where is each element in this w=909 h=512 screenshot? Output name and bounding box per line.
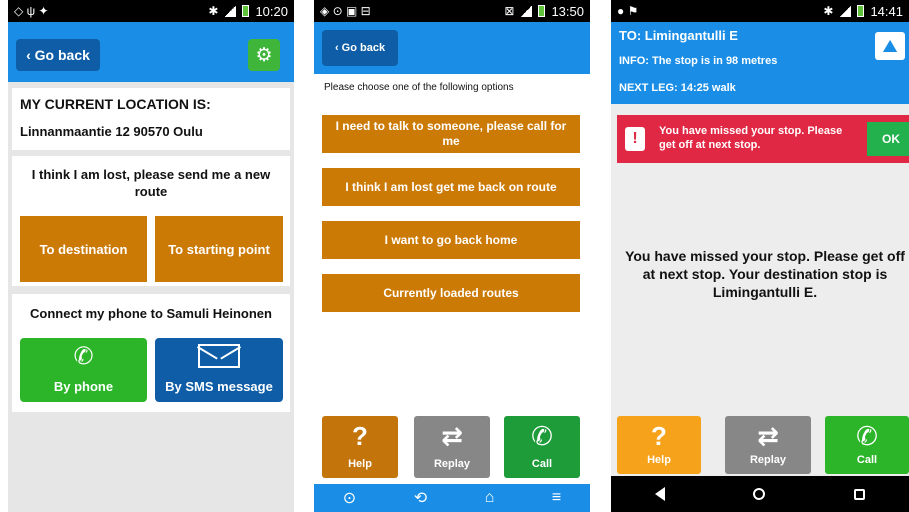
signal-icon bbox=[224, 5, 237, 17]
location-address: Linnanmaantie 12 90570 Oulu bbox=[20, 124, 203, 139]
menu-nav-icon[interactable]: ≡ bbox=[552, 489, 561, 507]
phone-icon: ✆ bbox=[856, 421, 878, 451]
status-time: 13:50 bbox=[551, 3, 584, 19]
envelope-icon bbox=[198, 344, 240, 368]
to-destination-button[interactable]: To destination bbox=[20, 216, 147, 282]
phone-icon: ✆ bbox=[531, 421, 553, 451]
app-header: ‹ Go back bbox=[314, 22, 590, 74]
connect-text: Connect my phone to Samuli Heinonen bbox=[30, 306, 272, 321]
call-button[interactable]: ✆ Call bbox=[504, 416, 580, 478]
mute-icon: ⊠ bbox=[504, 4, 515, 18]
app-header: ‹ Go back ⚙ bbox=[8, 22, 294, 82]
home-nav-icon[interactable] bbox=[753, 488, 766, 500]
battery-icon bbox=[538, 5, 546, 17]
notification-icon: ● ⚑ bbox=[617, 4, 639, 18]
go-back-button[interactable]: ‹ Go back bbox=[322, 30, 398, 66]
call-button[interactable]: ✆ Call bbox=[825, 416, 909, 474]
options-prompt: Please choose one of the following optio… bbox=[324, 82, 514, 93]
recents-nav-icon[interactable] bbox=[853, 488, 865, 500]
help-button[interactable]: ? Help bbox=[617, 416, 701, 474]
settings-button[interactable]: ⚙ bbox=[248, 39, 280, 71]
back-nav-icon[interactable]: ⟲ bbox=[414, 488, 427, 508]
notification-icon: ◇ ψ ✦ bbox=[14, 4, 49, 18]
back-nav-icon[interactable] bbox=[655, 487, 666, 501]
back-on-route-button[interactable]: I think I am lost get me back on route bbox=[322, 168, 580, 206]
location-title: MY CURRENT LOCATION IS: bbox=[20, 96, 211, 112]
signal-icon bbox=[839, 5, 852, 17]
battery-icon bbox=[242, 5, 250, 17]
notification-icon: ◈ ⊙ ▣ ⊟ bbox=[320, 4, 371, 18]
system-nav-bar: ⊙ ⟲ ⌂ ≡ bbox=[314, 484, 590, 512]
bluetooth-icon: ✱ bbox=[823, 4, 834, 18]
replay-button[interactable]: ⇄ Replay bbox=[725, 416, 811, 474]
status-bar: ● ⚑ ✱ 14:41 bbox=[611, 0, 909, 22]
by-sms-button[interactable]: By SMS message bbox=[155, 338, 283, 402]
map-icon: ⛰ bbox=[882, 35, 898, 56]
call-for-me-button[interactable]: I need to talk to someone, please call f… bbox=[322, 115, 580, 153]
help-button[interactable]: ? Help bbox=[322, 416, 398, 478]
map-button[interactable]: ⛰ bbox=[875, 32, 905, 60]
missed-stop-alert: ! You have missed your stop. Please get … bbox=[617, 115, 909, 163]
signal-icon bbox=[520, 5, 533, 17]
lost-text: I think I am lost, please send me a new … bbox=[31, 167, 271, 199]
current-location-card: MY CURRENT LOCATION IS: Linnanmaantie 12… bbox=[12, 88, 290, 150]
by-phone-label: By phone bbox=[53, 379, 114, 394]
go-back-button[interactable]: ‹ Go back bbox=[16, 39, 100, 71]
to-starting-point-button[interactable]: To starting point bbox=[155, 216, 283, 282]
status-bar: ◇ ψ ✦ ✱ 10:20 bbox=[8, 0, 294, 22]
status-time: 10:20 bbox=[255, 3, 288, 19]
replay-button[interactable]: ⇄ Replay bbox=[414, 416, 490, 478]
by-sms-label: By SMS message bbox=[165, 379, 273, 394]
route-header: TO: Limingantulli E INFO: The stop is in… bbox=[611, 22, 909, 104]
info-line: INFO: The stop is in 98 metres bbox=[619, 55, 778, 67]
by-phone-button[interactable]: ✆ By phone bbox=[20, 338, 147, 402]
bluetooth-icon: ✱ bbox=[208, 4, 219, 18]
battery-icon bbox=[857, 5, 865, 17]
loaded-routes-button[interactable]: Currently loaded routes bbox=[322, 274, 580, 312]
home-nav-icon[interactable]: ⌂ bbox=[485, 489, 495, 507]
lost-card: I think I am lost, please send me a new … bbox=[12, 156, 290, 286]
replay-icon: ⇄ bbox=[441, 421, 463, 451]
screen-current-location: ◇ ψ ✦ ✱ 10:20 ‹ Go back ⚙ MY CURRENT LOC… bbox=[8, 0, 294, 512]
system-nav-bar bbox=[611, 476, 909, 512]
destination-line: TO: Limingantulli E bbox=[619, 28, 738, 43]
app-icon[interactable]: ⊙ bbox=[343, 488, 356, 508]
alert-text: You have missed your stop. Please get of… bbox=[659, 125, 843, 151]
status-bar: ◈ ⊙ ▣ ⊟ ⊠ 13:50 bbox=[314, 0, 590, 22]
alert-icon: ! bbox=[625, 127, 645, 151]
status-time: 14:41 bbox=[870, 3, 903, 19]
missed-stop-message: You have missed your stop. Please get of… bbox=[625, 248, 905, 300]
go-back-home-button[interactable]: I want to go back home bbox=[322, 221, 580, 259]
connect-card: Connect my phone to Samuli Heinonen ✆ By… bbox=[12, 294, 290, 412]
question-icon: ? bbox=[352, 421, 368, 451]
screen-options: ◈ ⊙ ▣ ⊟ ⊠ 13:50 ‹ Go back Please choose … bbox=[314, 0, 590, 512]
ok-button[interactable]: OK bbox=[867, 122, 909, 156]
phone-icon: ✆ bbox=[73, 343, 94, 370]
next-leg-line: NEXT LEG: 14:25 walk bbox=[619, 82, 736, 94]
replay-icon: ⇄ bbox=[757, 421, 779, 451]
question-icon: ? bbox=[651, 421, 667, 451]
gear-icon: ⚙ bbox=[255, 44, 273, 66]
screen-missed-stop: ● ⚑ ✱ 14:41 TO: Limingantulli E INFO: Th… bbox=[611, 0, 909, 512]
